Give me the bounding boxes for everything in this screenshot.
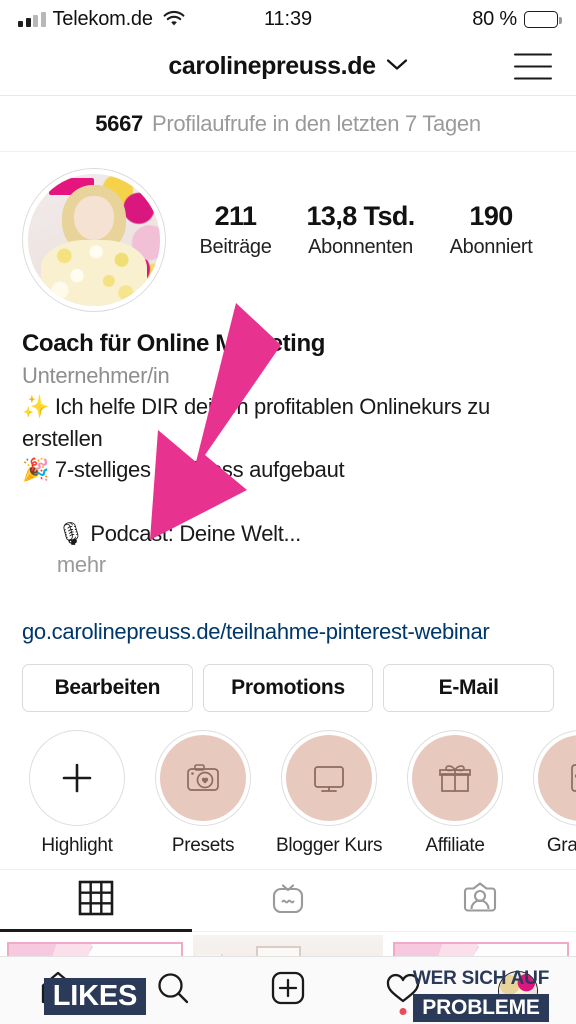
igtv-icon xyxy=(268,878,308,923)
bio-line-2: 🎉 7-stelliges Business aufgebaut xyxy=(22,457,345,483)
gift-icon xyxy=(412,734,498,821)
posts-count: 211 xyxy=(214,201,257,231)
highlight-gratis[interactable]: Gratis G xyxy=(528,729,576,857)
stat-posts[interactable]: 211 Beiträge xyxy=(199,201,272,259)
plus-square-icon xyxy=(268,968,308,1013)
bio-more-link[interactable]: mehr xyxy=(57,552,106,577)
tab-igtv[interactable] xyxy=(192,870,384,931)
highlight-blogger-kurs[interactable]: Blogger Kurs xyxy=(276,729,383,857)
nav-create[interactable] xyxy=(258,961,318,1021)
story-highlights: Highlight Presets Blogger Kurs Affiliate… xyxy=(0,712,576,870)
phone-heart-icon xyxy=(538,734,576,821)
stat-following[interactable]: 190 Abonniert xyxy=(449,201,533,259)
battery-icon xyxy=(524,10,562,28)
highlight-presets[interactable]: Presets xyxy=(150,729,256,857)
profile-action-buttons: Bearbeiten Promotions E-Mail xyxy=(0,648,576,712)
profile-avatar[interactable] xyxy=(22,168,166,312)
profile-views-label: Profilaufrufe in den letzten 7 Tagen xyxy=(151,110,481,136)
post-3-line-1: WER SICH AUF xyxy=(412,968,550,990)
highlight-affiliate[interactable]: Affiliate xyxy=(402,729,508,857)
posts-label: Beiträge xyxy=(199,235,272,258)
profile-header: carolinepreuss.de xyxy=(0,38,576,96)
monitor-icon xyxy=(286,734,372,821)
nav-search[interactable] xyxy=(143,961,203,1021)
hamburger-menu-icon[interactable] xyxy=(514,53,552,80)
bio-line-3: 🎙 Podcast: Deine Welt... mehr xyxy=(22,486,554,613)
highlight-presets-label: Presets xyxy=(171,834,235,856)
highlight-gratis-label: Gratis G xyxy=(546,834,576,856)
camera-icon xyxy=(160,734,246,821)
chevron-down-icon[interactable] xyxy=(386,58,408,76)
stat-followers[interactable]: 13,8 Tsd. Abonnenten xyxy=(306,201,416,259)
profile-summary: 211 Beiträge 13,8 Tsd. Abonnenten 190 Ab… xyxy=(0,152,576,312)
bio-category: Unternehmer/in xyxy=(22,362,170,388)
highlight-affiliate-label: Affiliate xyxy=(425,834,485,856)
account-name[interactable]: carolinepreuss.de xyxy=(168,52,376,81)
email-button[interactable]: E-Mail xyxy=(383,663,555,712)
post-1-line-2: MACHEN xyxy=(43,1020,147,1024)
profile-stats: 211 Beiträge 13,8 Tsd. Abonnenten 190 Ab… xyxy=(166,168,554,259)
following-count: 190 xyxy=(469,201,513,231)
tagged-person-icon xyxy=(461,879,499,922)
highlight-new-label: Highlight xyxy=(41,834,113,856)
plus-icon xyxy=(34,734,120,821)
followers-count: 13,8 Tsd. xyxy=(306,201,416,231)
post-1-line-1: LIKES xyxy=(43,977,147,1015)
bio-line-3-text: 🎙 Podcast: Deine Welt... xyxy=(56,520,301,546)
bio-line-1: ✨ Ich helfe DIR deinen profitablen Onlin… xyxy=(22,393,496,451)
profile-tabs xyxy=(0,870,576,932)
clock-label: 11:39 xyxy=(263,7,313,30)
search-icon xyxy=(153,968,193,1013)
instagram-profile-screen: Telekom.de 11:39 80 % carolinepreuss.de xyxy=(0,0,576,1024)
edit-profile-button[interactable]: Bearbeiten xyxy=(22,663,193,712)
bio-display-name: Coach für Online Marketing xyxy=(22,330,325,357)
status-bar: Telekom.de 11:39 80 % xyxy=(0,0,576,38)
profile-bio: Coach für Online Marketing Unternehmer/i… xyxy=(0,312,576,648)
tab-grid[interactable] xyxy=(0,870,192,932)
promotions-button[interactable]: Promotions xyxy=(202,663,374,712)
profile-views-banner[interactable]: 5667 Profilaufrufe in den letzten 7 Tage… xyxy=(0,96,576,152)
tab-tagged[interactable] xyxy=(384,870,576,931)
followers-label: Abonnenten xyxy=(308,235,414,258)
grid-icon xyxy=(77,879,115,922)
post-cell-3[interactable]: WER SICH AUF PROBLEME FOKUSSIERT, KANN N… xyxy=(386,934,576,1024)
post-3-line-2: PROBLEME xyxy=(413,993,549,1022)
activity-badge xyxy=(399,1007,407,1015)
following-label: Abonniert xyxy=(449,235,533,258)
highlight-blogger-kurs-label: Blogger Kurs xyxy=(276,834,383,856)
bio-external-link[interactable]: go.carolinepreuss.de/teilnahme-pinterest… xyxy=(22,615,554,648)
highlight-new[interactable]: Highlight xyxy=(24,729,130,857)
profile-views-count: 5667 xyxy=(95,110,143,136)
